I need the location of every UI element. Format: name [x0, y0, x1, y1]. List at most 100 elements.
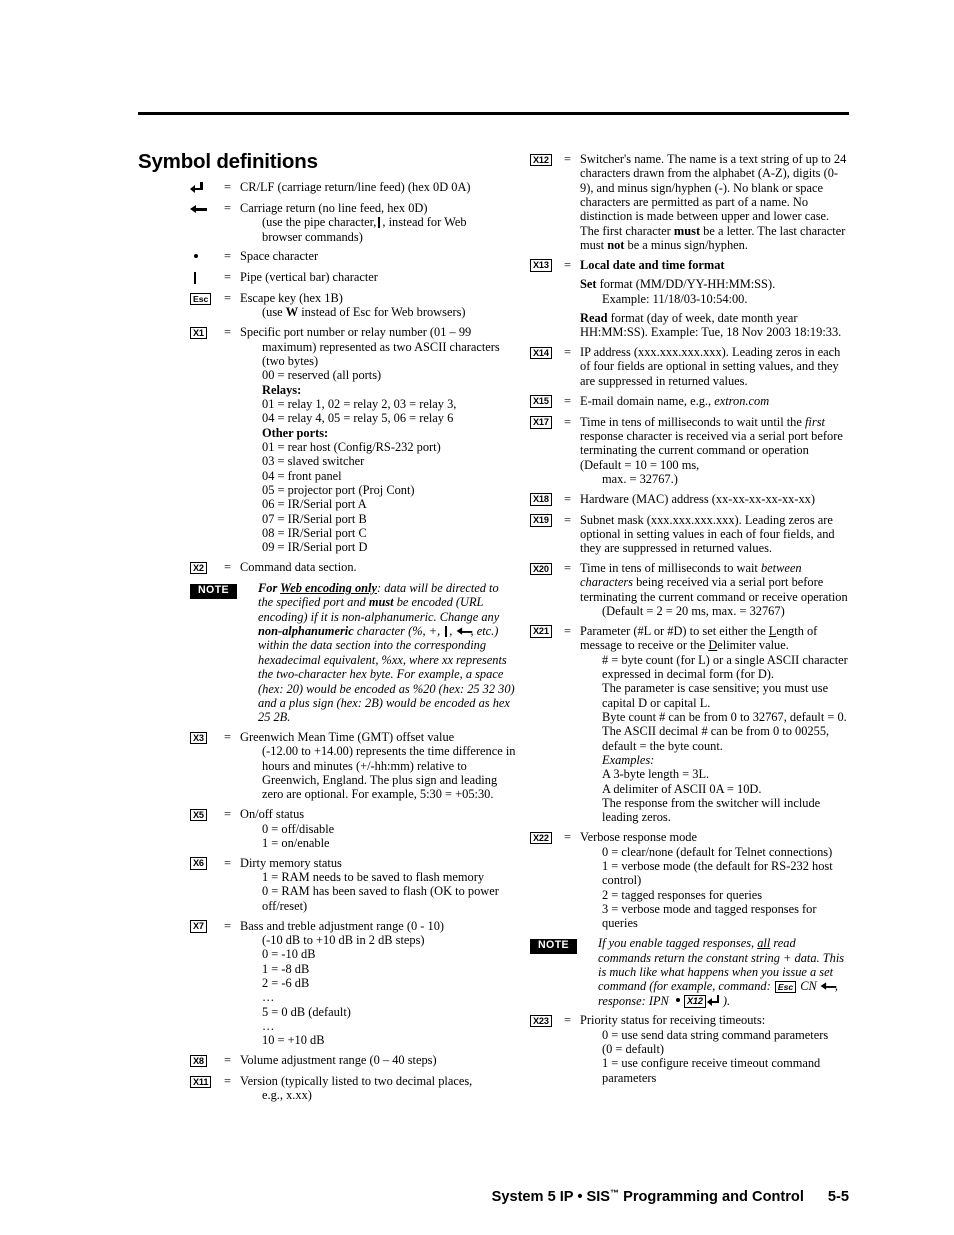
port-line: 06 = IR/Serial port A [262, 497, 367, 512]
variable-badge-label: X21 [530, 625, 552, 638]
definition-line: Dirty memory status [240, 855, 342, 870]
pipe-icon [445, 625, 448, 637]
definition-body: E-mail domain name, e.g., extron.com [580, 394, 850, 408]
definition-body: Bass and treble adjustment range (0 - 10… [240, 919, 516, 1048]
definition-line: maximum) represented as two ASCII charac… [262, 339, 500, 354]
page-number: 5-5 [827, 1189, 849, 1205]
definition-row-x6: X6 = Dirty memory status 1 = RAM needs t… [190, 856, 516, 913]
esc-key-badge: Esc [774, 980, 797, 994]
pipe-icon [190, 270, 224, 285]
definition-line: Subnet mask (xxx.xxx.xxx.xxx). Leading z… [580, 512, 835, 556]
definition-body: Subnet mask (xxx.xxx.xxx.xxx). Leading z… [580, 513, 850, 556]
definition-line: 0 = use send data string command paramet… [602, 1027, 829, 1042]
symbol-row-pipe: = Pipe (vertical bar) character [190, 270, 516, 285]
symbol-desc: Pipe (vertical bar) character [240, 270, 516, 284]
definition-line: Priority status for receiving timeouts: [580, 1013, 766, 1028]
variable-badge-x19: X19 [530, 513, 564, 528]
equals-sign: = [224, 560, 231, 575]
variable-badge-label: X18 [530, 493, 552, 506]
variable-badge-x2: X2 [190, 560, 224, 575]
definition-line: Local date and time format [580, 257, 725, 272]
equals-sign: = [564, 1013, 571, 1028]
note-badge: NOTE [190, 581, 258, 599]
variable-badge-label: X12 [530, 153, 552, 166]
definition-body: Time in tens of milliseconds to wait bet… [580, 561, 850, 618]
trademark-icon: ™ [610, 1188, 620, 1198]
definition-line: 1 = -8 dB [262, 961, 310, 976]
definition-row-x5: X5 = On/off status 0 = off/disable 1 = o… [190, 807, 516, 850]
left-column: = CR/LF (carriage return/line feed) (hex… [190, 180, 516, 1108]
definition-line: 0 = clear/none (default for Telnet conne… [602, 844, 833, 859]
definition-line: e.g., x.xx) [262, 1088, 312, 1103]
variable-badge-label: X1 [190, 326, 207, 340]
definition-row-x18: X18 = Hardware (MAC) address (xx-xx-xx-x… [530, 492, 850, 507]
equals-sign: = [564, 561, 571, 576]
symbol-desc: Carriage return (no line feed, hex 0D) (… [240, 201, 516, 244]
crlf-arrow-icon [190, 180, 224, 195]
definition-row-x17: X17 = Time in tens of milliseconds to wa… [530, 415, 850, 487]
definition-line: Command data section. [240, 560, 357, 575]
page-footer: System 5 IP • SIS™ Programming and Contr… [138, 1188, 849, 1205]
example-line: The response from the switcher will incl… [602, 796, 821, 825]
definition-row-x20: X20 = Time in tens of milliseconds to wa… [530, 561, 850, 618]
definition-body: Priority status for receiving timeouts: … [580, 1013, 850, 1085]
variable-badge-x13: X13 [530, 258, 564, 273]
note-body: If you enable tagged responses, all read… [598, 936, 850, 1008]
variable-badge-label: X13 [530, 259, 552, 272]
note-text: If you enable tagged responses, all read… [598, 936, 845, 1008]
relay-line: 01 = relay 1, 02 = relay 2, 03 = relay 3… [262, 396, 457, 411]
note-text: For Web encoding only: data will be dire… [258, 581, 515, 725]
definition-body: Verbose response mode 0 = clear/none (de… [580, 830, 850, 930]
carriage-return-arrow-icon [456, 627, 472, 636]
esc-key-badge: Esc [190, 291, 224, 306]
definition-line: 3 = verbose mode and tagged responses fo… [602, 902, 817, 931]
definition-body: IP address (xxx.xxx.xxx.xxx). Leading ze… [580, 345, 850, 388]
definition-line: # = byte count (for L) or a single ASCII… [602, 652, 848, 681]
equals-sign: = [564, 345, 571, 360]
variable-badge-label: X20 [530, 562, 552, 576]
variable-badge-label: X15 [530, 395, 552, 408]
definition-row-x12: X12 = Switcher's name. The name is a tex… [530, 152, 850, 252]
variable-badge-label: X22 [530, 831, 552, 845]
equals-sign: = [224, 180, 231, 194]
symbol-desc-sub: (use W instead of Esc for Web browsers) [262, 305, 466, 320]
definition-body: Command data section. [240, 560, 516, 574]
footer-section: SIS [586, 1189, 611, 1205]
symbol-desc-line: Escape key (hex 1B) [240, 291, 343, 306]
symbol-desc: CR/LF (carriage return/line feed) (hex 0… [240, 180, 516, 194]
variable-badge-x14: X14 [530, 345, 564, 360]
variable-badge-x7: X7 [190, 919, 224, 934]
definition-line: 0 = RAM has been saved to flash (OK to p… [262, 884, 499, 913]
definition-row-x21: X21 = Parameter (#L or #D) to set either… [530, 624, 850, 825]
note-badge-label: NOTE [530, 939, 578, 954]
definition-line: Verbose response mode [580, 830, 697, 845]
definition-line: Bass and treble adjustment range (0 - 10… [240, 918, 445, 933]
definition-line: On/off status [240, 807, 305, 822]
variable-badge-label: X11 [190, 1075, 212, 1089]
equals-sign: = [224, 1074, 231, 1089]
relays-heading: Relays: [262, 382, 302, 397]
symbol-row-crlf: = CR/LF (carriage return/line feed) (hex… [190, 180, 516, 195]
equals-sign: = [564, 830, 571, 845]
equals-sign: = [224, 855, 231, 870]
definition-row-x22: X22 = Verbose response mode 0 = clear/no… [530, 830, 850, 930]
symbol-desc: Space character [240, 249, 516, 263]
definition-line: … [262, 990, 276, 1005]
definition-line: The parameter is case sensitive; you mus… [602, 681, 829, 710]
definition-body: Dirty memory status 1 = RAM needs to be … [240, 856, 516, 913]
variable-badge-x8: X8 [190, 1053, 224, 1068]
variable-badge-label: X7 [190, 920, 207, 933]
definition-line: 2 = tagged responses for queries [602, 887, 763, 902]
definition-line: 1 = verbose mode (the default for RS-232… [602, 858, 833, 888]
relay-line: 04 = relay 4, 05 = relay 5, 06 = relay 6 [262, 411, 454, 426]
definition-body: On/off status 0 = off/disable 1 = on/ena… [240, 807, 516, 850]
variable-badge-x23: X23 [530, 1013, 564, 1028]
definition-line: … [262, 1019, 276, 1034]
crlf-arrow-icon [706, 994, 720, 1006]
symbol-row-esc: Esc = Escape key (hex 1B) (use W instead… [190, 291, 516, 320]
definition-row-x23: X23 = Priority status for receiving time… [530, 1013, 850, 1085]
variable-badge-label: X23 [530, 1014, 552, 1028]
equals-sign: = [224, 918, 231, 933]
carriage-return-arrow-icon [820, 982, 837, 991]
equals-sign: = [224, 249, 231, 264]
